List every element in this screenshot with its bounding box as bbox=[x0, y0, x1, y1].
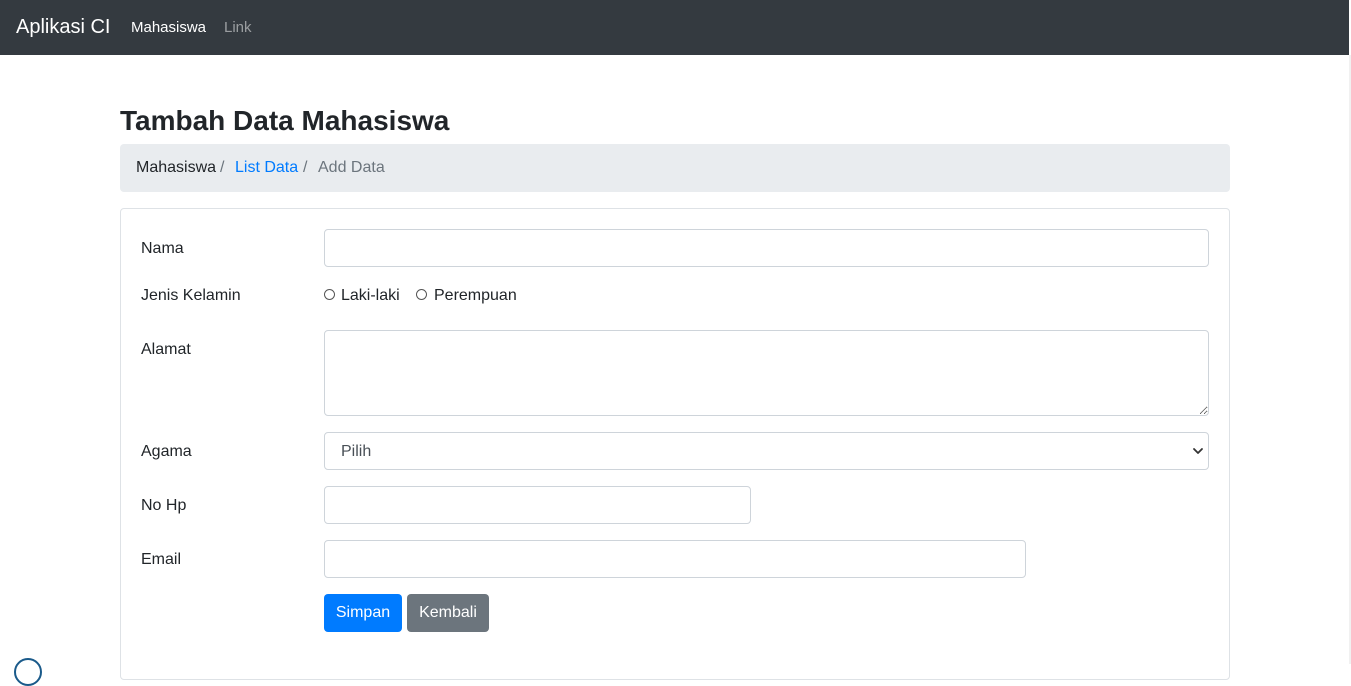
email-label: Email bbox=[141, 551, 182, 568]
nama-input[interactable] bbox=[324, 229, 1209, 267]
no-hp-input[interactable] bbox=[324, 486, 751, 524]
alamat-textarea[interactable] bbox=[324, 330, 1209, 416]
breadcrumb: Mahasiswa / List Data / Add Data bbox=[120, 144, 1230, 192]
radio-laki-laki[interactable] bbox=[324, 289, 335, 300]
no-hp-label: No Hp bbox=[141, 497, 187, 514]
radio-laki-laki-label[interactable]: Laki-laki bbox=[341, 286, 400, 306]
agama-select[interactable]: Pilih bbox=[324, 432, 1209, 470]
radio-perempuan-label[interactable]: Perempuan bbox=[434, 286, 517, 306]
page-title: Tambah Data Mahasiswa bbox=[120, 105, 450, 136]
breadcrumb-item-mahasiswa: Mahasiswa bbox=[136, 159, 217, 176]
jenis-kelamin-label: Jenis Kelamin bbox=[141, 287, 241, 304]
floating-widget-icon[interactable] bbox=[14, 658, 42, 686]
alamat-label: Alamat bbox=[141, 341, 191, 358]
jenis-kelamin-radio-group: Laki-laki Perempuan bbox=[324, 286, 524, 306]
brand-logo[interactable]: Aplikasi CI bbox=[16, 15, 110, 40]
simpan-button[interactable]: Simpan bbox=[324, 594, 402, 632]
kembali-button[interactable]: Kembali bbox=[407, 594, 489, 632]
nav-link-link[interactable]: Link bbox=[224, 18, 252, 38]
email-input[interactable] bbox=[324, 540, 1026, 578]
breadcrumb-item-add-data: Add Data bbox=[318, 159, 385, 176]
radio-perempuan[interactable] bbox=[416, 289, 427, 300]
breadcrumb-link-list-data[interactable]: List Data bbox=[235, 144, 298, 192]
breadcrumb-separator: / bbox=[303, 159, 308, 176]
top-navbar: Aplikasi CI Mahasiswa Link bbox=[0, 0, 1349, 55]
agama-select-value: Pilih bbox=[341, 443, 372, 460]
chevron-down-icon bbox=[1193, 448, 1203, 454]
nav-link-mahasiswa[interactable]: Mahasiswa bbox=[131, 18, 206, 38]
breadcrumb-separator: / bbox=[220, 159, 225, 176]
nama-label: Nama bbox=[141, 240, 184, 257]
agama-label: Agama bbox=[141, 443, 192, 460]
